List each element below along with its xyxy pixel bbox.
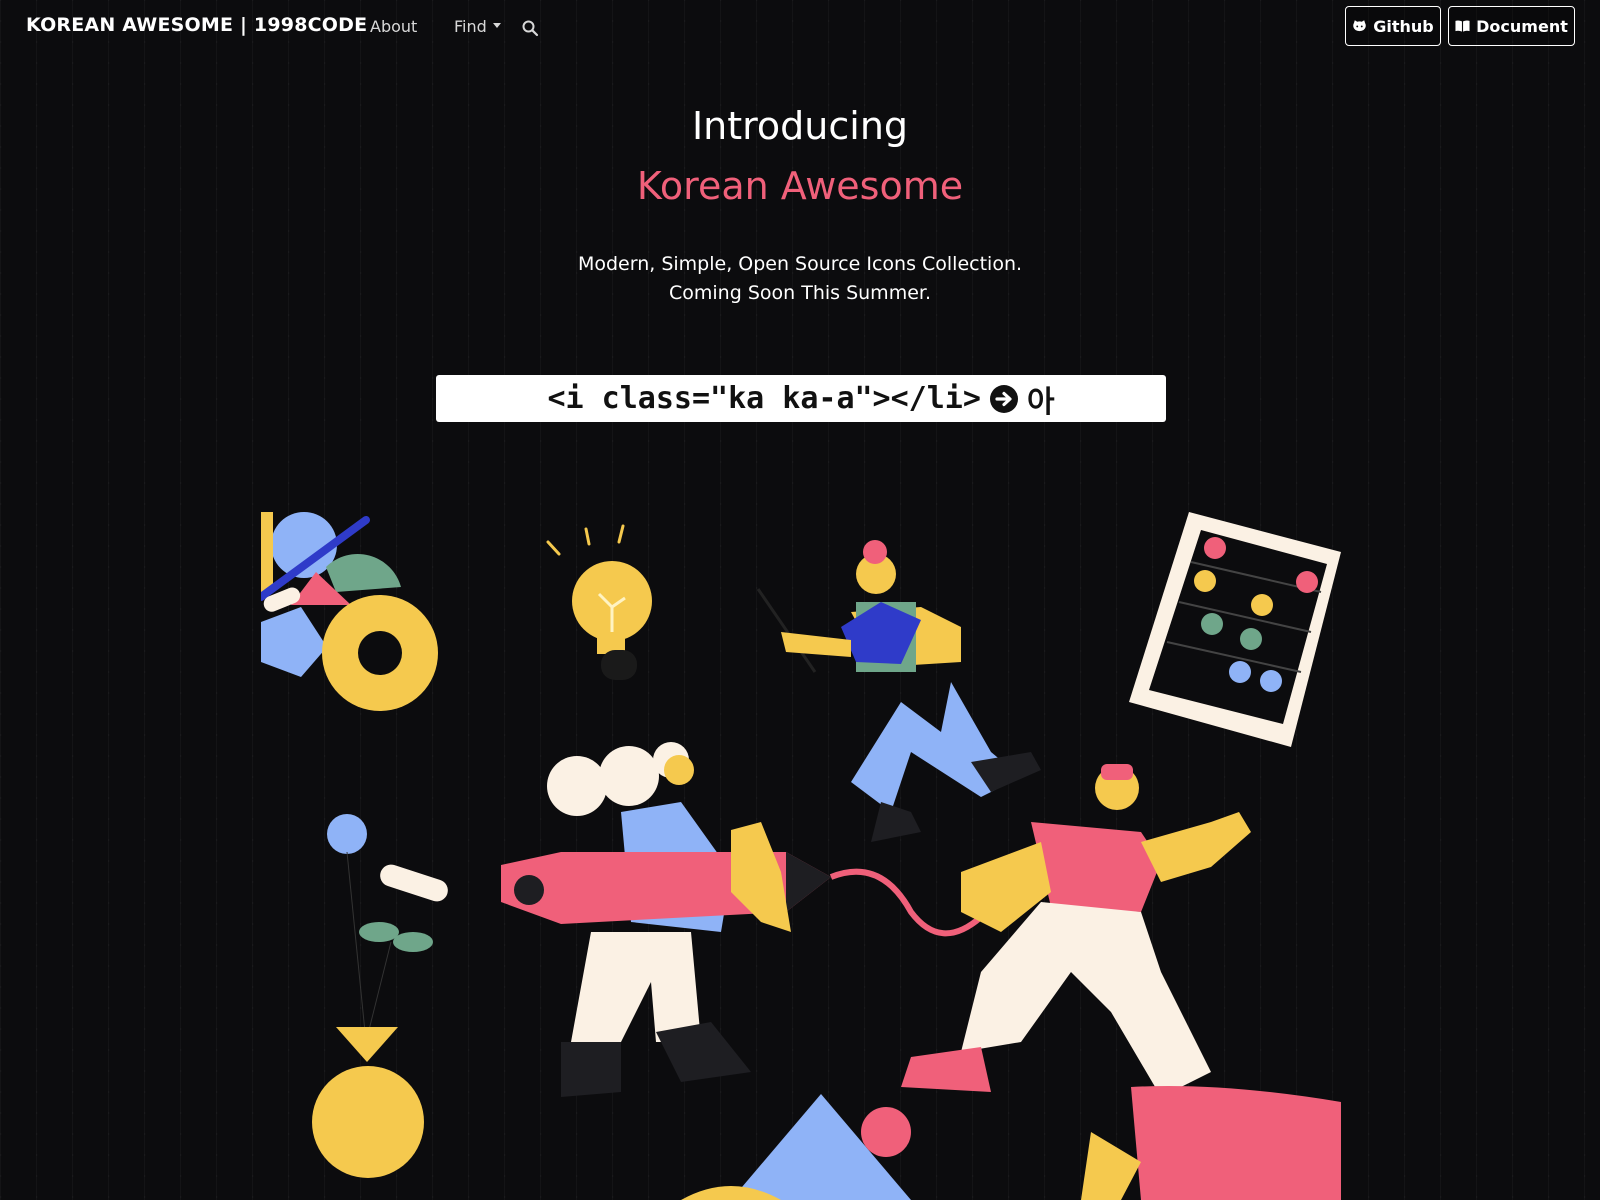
page: KOREAN AWESOME | 1998CODE About Find Git… <box>0 0 1600 1200</box>
nav-find-label: Find <box>454 17 487 36</box>
nav-about-link[interactable]: About <box>370 17 417 36</box>
hero-title: Introducing <box>691 104 909 148</box>
person-with-cap-graphic <box>901 764 1341 1200</box>
hero-illustration <box>261 512 1341 1200</box>
brand-logo[interactable]: KOREAN AWESOME | 1998CODE <box>26 14 367 36</box>
illustration-art <box>261 512 1341 1200</box>
person-reading-graphic <box>756 540 1041 842</box>
cable-graphic <box>829 868 983 937</box>
nav-find-dropdown[interactable]: Find <box>454 17 501 36</box>
code-sample-result-glyph: 아 <box>1026 384 1055 420</box>
tagline-line-2: Coming Soon This Summer. <box>669 282 931 304</box>
github-icon <box>1353 20 1366 32</box>
person-with-pencil-graphic <box>501 742 831 1097</box>
document-button[interactable]: Document <box>1448 6 1575 46</box>
github-button-label: Github <box>1373 16 1434 36</box>
hanging-shapes-graphic <box>312 814 448 1178</box>
navbar: KOREAN AWESOME | 1998CODE About Find Git… <box>0 0 1600 54</box>
tagline-line-1: Modern, Simple, Open Source Icons Collec… <box>577 253 1023 275</box>
arrow-circle-right-icon <box>989 384 1018 413</box>
document-button-label: Document <box>1476 16 1568 36</box>
chevron-down-icon <box>492 23 501 28</box>
search-icon[interactable] <box>521 19 539 37</box>
small-circle-graphic <box>861 1107 911 1157</box>
hero-subtitle: Korean Awesome <box>636 164 964 208</box>
lightbulb-graphic <box>546 524 652 680</box>
code-sample-text: <i class="ka ka-a"></li> <box>547 381 981 416</box>
code-sample-box: <i class="ka ka-a"></li> 아 <box>436 375 1166 422</box>
book-open-icon <box>1455 20 1470 32</box>
abacus-graphic <box>1129 512 1341 747</box>
github-button[interactable]: Github <box>1345 6 1441 46</box>
shapes-cluster-graphic <box>261 512 438 711</box>
